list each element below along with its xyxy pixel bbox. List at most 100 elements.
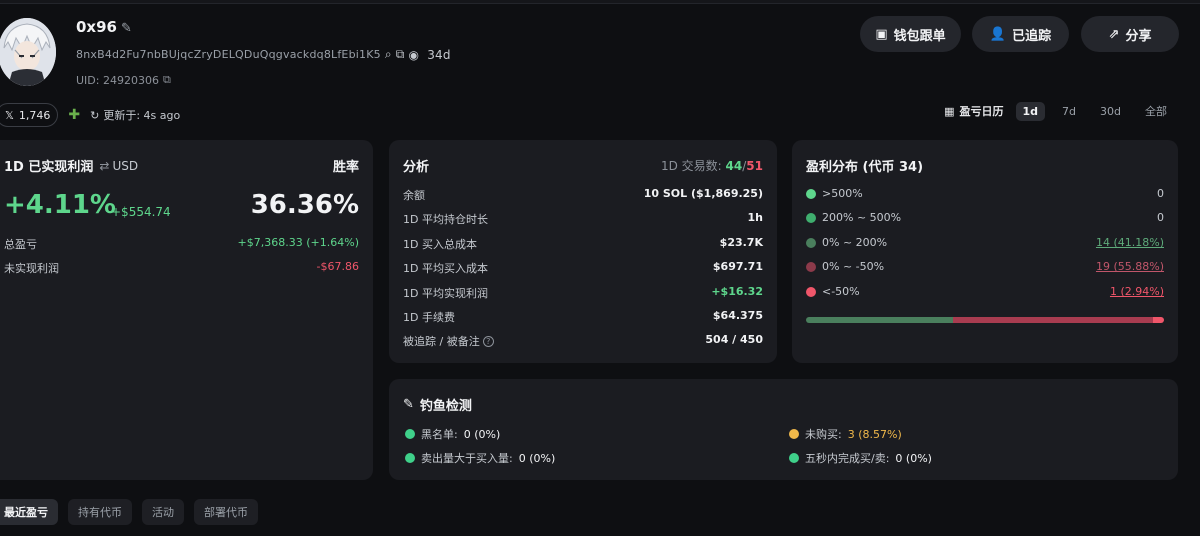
range-1d[interactable]: 1d (1015, 101, 1046, 121)
trade-count: 1D 交易数: 44/51 (661, 157, 763, 174)
distribution-row: <-50% 1 (2.94%) (806, 285, 1164, 298)
dot-icon (806, 261, 816, 272)
dot-icon (806, 212, 816, 223)
pnl-usd: +$554.74 (111, 205, 171, 219)
top-divider (0, 0, 1200, 4)
fast-trade-item: 五秒内完成买/卖: 0 (0%) (789, 450, 932, 466)
sold-more-value: 0 (0%) (518, 451, 556, 465)
pnl-card: 1D 已实现利润 ⇄ USD 胜率 +4.11% +$554.74 36.36%… (0, 140, 373, 480)
distribution-value: 0 (1157, 187, 1164, 200)
trade-sell-count: 51 (746, 159, 763, 173)
puzzle-icon[interactable]: ✚ (68, 107, 80, 123)
share-icon: ⇗ (1108, 26, 1120, 42)
range-30d[interactable]: 30d (1093, 102, 1128, 121)
wallet-address: 8nxB4d2Fu7nbBUjqcZryDELQDuQqgvackdq8LfEb… (76, 48, 381, 61)
analysis-label: 余额 (403, 189, 425, 202)
analysis-label: 被追踪 / 被备注 (403, 335, 480, 348)
dot-icon (789, 453, 799, 463)
tab-activity[interactable]: 活动 (142, 499, 184, 525)
distribution-label: 200% ~ 500% (822, 211, 902, 224)
blacklist-value: 0 (0%) (463, 427, 501, 441)
tab-holdings[interactable]: 持有代币 (68, 499, 132, 525)
distribution-label: >500% (822, 187, 863, 200)
profile-name-text: 0x96 (76, 18, 117, 36)
total-pnl-value: +$7,368.33 (+1.64%) (237, 236, 359, 249)
analysis-label: 1D 手续费 (403, 311, 455, 324)
fast-trade-value: 0 (0%) (895, 451, 932, 465)
dot-icon (806, 237, 816, 248)
tracked-button[interactable]: 👤 已追踪 (972, 16, 1069, 52)
analysis-label: 1D 平均实现利润 (403, 287, 488, 300)
pnl-percent: +4.11% (4, 190, 116, 220)
distribution-label: 0% ~ -50% (822, 260, 885, 273)
analysis-label: 1D 平均买入成本 (403, 262, 488, 275)
copy-icon[interactable]: ⧉ (163, 73, 171, 87)
time-range-selector: ▦ 盈亏日历 1d 7d 30d 全部 (944, 100, 1174, 122)
distribution-value[interactable]: 19 (55.88%) (1096, 260, 1164, 273)
analysis-value: +$16.32 (711, 285, 763, 298)
search-icon[interactable]: ⌕ (385, 47, 392, 62)
analysis-row: 1D 手续费 $64.375 (403, 309, 763, 325)
share-label: 分享 (1125, 28, 1152, 44)
x-followers-pill[interactable]: 𝕏 1,746 (0, 103, 59, 127)
analysis-value: 10 SOL ($1,869.25) (643, 187, 763, 200)
wallet-copy-button[interactable]: ▣ 钱包跟单 (860, 16, 961, 52)
analysis-label: 1D 平均持仓时长 (403, 213, 488, 226)
distribution-label: 0% ~ 200% (822, 236, 888, 249)
tab-recent-pnl[interactable]: 最近盈亏 (0, 499, 58, 525)
share-button[interactable]: ⇗ 分享 (1081, 16, 1179, 52)
analysis-value: $64.375 (712, 309, 763, 322)
refresh-icon[interactable]: ↻ (90, 109, 99, 122)
distribution-label: <-50% (822, 285, 860, 298)
unrealized-value: -$67.86 (316, 260, 359, 273)
distribution-row: 200% ~ 500% 0 (806, 211, 1164, 224)
pnl-calendar-button[interactable]: ▦ 盈亏日历 (944, 103, 1003, 119)
phishing-detection-card: ✎ 钓鱼检测 黑名单: 0 (0%) 未购买: 3 (8.57%) 卖出量大于买… (389, 379, 1178, 480)
analysis-row: 1D 平均实现利润 +$16.32 (403, 285, 763, 301)
social-row: 𝕏 1,746 ✚ ↻ 更新于: 4s ago (0, 103, 180, 127)
distribution-bar-segment (806, 317, 954, 323)
distribution-bar-segment (953, 317, 1154, 323)
analysis-card: 分析 1D 交易数: 44/51 余额 10 SOL ($1,869.25) 1… (389, 140, 777, 363)
unrealized-label: 未实现利润 (4, 262, 59, 275)
sold-more-label: 卖出量大于买入量: (421, 452, 513, 465)
unrealized-row: 未实现利润 -$67.86 (4, 260, 359, 276)
profile-name: 0x96 ✎ (76, 18, 132, 36)
uid-row: UID: 24920306 ⧉ (76, 73, 171, 87)
range-7d[interactable]: 7d (1055, 102, 1083, 121)
dot-icon (806, 286, 816, 297)
user-check-icon: 👤 (989, 26, 1007, 42)
trade-count-label: 1D 交易数: (660, 159, 722, 173)
analysis-title: 分析 (403, 160, 430, 175)
avatar[interactable] (0, 18, 56, 86)
distribution-value: 0 (1157, 211, 1164, 224)
profit-distribution-card: 盈利分布 (代币 34) >500% 0 200% ~ 500% 0 0% ~ … (792, 140, 1178, 363)
followers-count: 1,746 (18, 108, 51, 122)
fast-trade-label: 五秒内完成买/卖: (805, 452, 890, 465)
distribution-bar (806, 317, 1164, 323)
analysis-value: $23.7K (719, 236, 763, 249)
x-icon: 𝕏 (5, 108, 14, 122)
help-icon[interactable]: ? (482, 336, 494, 347)
distribution-row: 0% ~ -50% 19 (55.88%) (806, 260, 1164, 273)
edit-icon[interactable]: ✎ (121, 21, 132, 36)
currency-toggle[interactable]: ⇄ USD (99, 159, 138, 173)
analysis-row: 被追踪 / 被备注? 504 / 450 (403, 333, 763, 349)
total-pnl-label: 总盈亏 (4, 238, 37, 251)
sold-more-item: 卖出量大于买入量: 0 (0%) (405, 450, 555, 466)
distribution-value[interactable]: 1 (2.94%) (1110, 285, 1164, 298)
analysis-value: 1h (747, 211, 764, 224)
phishing-title: ✎ 钓鱼检测 (403, 395, 472, 414)
analysis-row: 余额 10 SOL ($1,869.25) (403, 187, 763, 203)
analysis-value: $697.71 (712, 260, 763, 273)
distribution-value[interactable]: 14 (41.18%) (1096, 236, 1164, 249)
tab-deployed-tokens[interactable]: 部署代币 (194, 499, 258, 525)
updated-text: 更新于: 4s ago (103, 109, 181, 122)
tracked-label: 已追踪 (1012, 28, 1052, 44)
range-all[interactable]: 全部 (1138, 100, 1174, 122)
pnl-title-text: 1D 已实现利润 (4, 160, 94, 175)
not-bought-value: 3 (8.57%) (847, 427, 902, 441)
currency-label: USD (112, 158, 139, 173)
wallet-copy-label: 钱包跟单 (893, 28, 946, 44)
copy-icon[interactable]: ⧉ (396, 47, 405, 62)
